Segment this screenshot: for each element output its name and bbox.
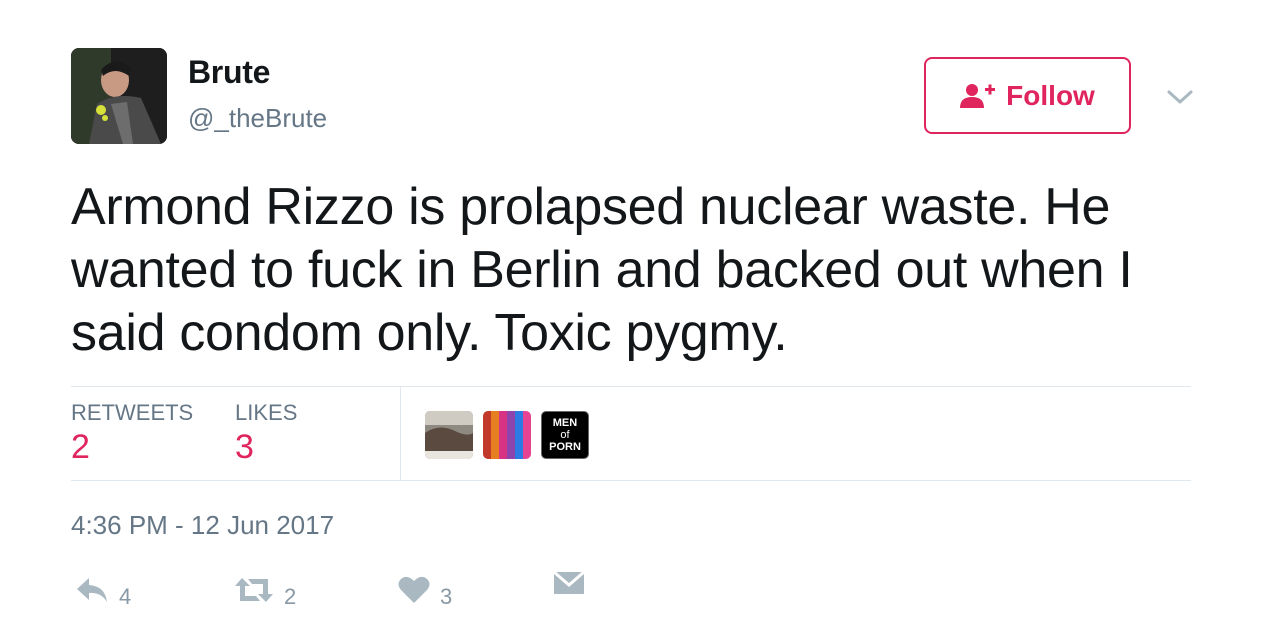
stats-top-divider [71, 386, 1191, 387]
heart-icon [398, 576, 430, 603]
retweet-button[interactable]: 2 [234, 570, 296, 610]
likes-label[interactable]: LIKES [235, 400, 297, 426]
liker-logo-line-1: MEN [552, 417, 578, 429]
liker-avatar-1[interactable] [425, 411, 473, 459]
reply-count: 4 [119, 584, 132, 609]
avatar-photo-icon [425, 411, 473, 459]
liker-avatar-2[interactable] [483, 411, 531, 459]
reply-icon [77, 578, 107, 602]
retweet-count: 2 [284, 584, 297, 609]
retweets-label[interactable]: RETWEETS [71, 400, 193, 426]
follow-label: Follow [1006, 79, 1095, 111]
chevron-down-icon[interactable] [1166, 86, 1194, 108]
like-button[interactable]: 3 [398, 570, 452, 610]
likes-count[interactable]: 3 [235, 428, 254, 467]
add-user-icon [960, 83, 996, 108]
user-handle[interactable]: @_theBrute [188, 103, 327, 134]
retweets-count[interactable]: 2 [71, 428, 90, 467]
liker-avatar-3[interactable]: MEN of PORN [541, 411, 589, 459]
tweet-text: Armond Rizzo is prolapsed nuclear waste.… [71, 178, 1133, 362]
user-avatar[interactable] [71, 48, 167, 144]
direct-message-button[interactable] [553, 570, 585, 596]
retweet-icon [235, 578, 273, 602]
reply-button[interactable]: 4 [75, 570, 131, 610]
avatar-rainbow-icon [483, 411, 531, 459]
user-name[interactable]: Brute [188, 54, 270, 91]
liker-logo-line-3: PORN [549, 441, 581, 453]
liker-logo-line-2: of [560, 429, 570, 441]
follow-button[interactable]: Follow [924, 57, 1131, 134]
stats-bottom-divider [71, 480, 1191, 481]
stats-vertical-divider [400, 387, 401, 480]
avatar-photo-icon [71, 48, 167, 144]
tweet-timestamp[interactable]: 4:36 PM - 12 Jun 2017 [71, 510, 334, 541]
envelope-icon [553, 570, 585, 594]
like-count: 3 [440, 584, 453, 609]
